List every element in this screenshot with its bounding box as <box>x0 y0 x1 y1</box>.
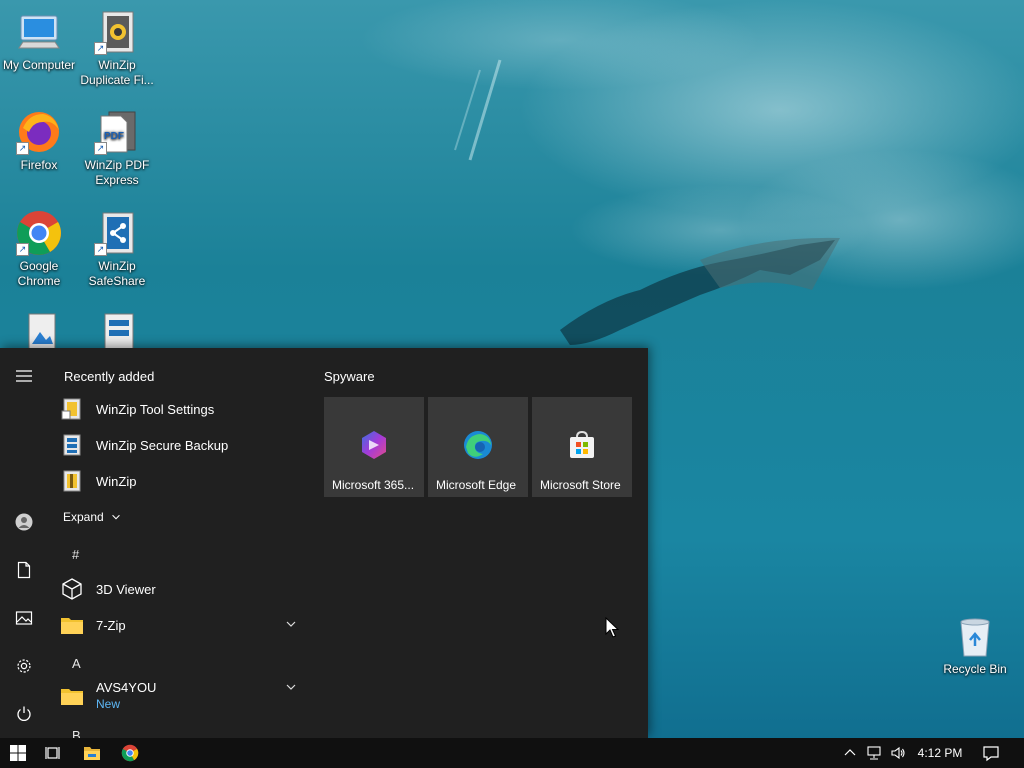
desktop-icon-my-computer[interactable]: My Computer <box>0 8 78 73</box>
list-item-winzip-tool-settings[interactable]: WinZip Tool Settings <box>60 392 304 426</box>
recycle-bin-icon <box>960 618 990 657</box>
hamburger-menu-button[interactable] <box>0 356 48 396</box>
documents-button[interactable] <box>0 550 48 590</box>
file-explorer-button[interactable] <box>73 738 111 768</box>
start-rail <box>0 348 48 738</box>
winzip-tool-icon <box>60 397 84 421</box>
tile-microsoft-365[interactable]: Microsoft 365... <box>324 397 424 497</box>
volume-icon <box>891 746 905 760</box>
account-button[interactable] <box>0 502 48 542</box>
chevron-down-icon <box>111 514 120 520</box>
cube-icon <box>60 577 84 601</box>
tile-group-title[interactable]: Spyware <box>324 369 375 384</box>
winzip-backup-icon <box>60 433 84 457</box>
chevron-down-icon <box>286 684 296 690</box>
list-item-winzip-secure-backup[interactable]: WinZip Secure Backup <box>60 428 304 462</box>
list-item-avs4you[interactable]: AVS4YOU New <box>60 674 304 718</box>
pictures-button[interactable] <box>0 598 48 638</box>
shortcut-arrow-icon: ↗ <box>16 142 29 155</box>
tile-microsoft-edge[interactable]: Microsoft Edge <box>428 397 528 497</box>
chrome-icon <box>121 744 139 762</box>
desktop-icon-firefox[interactable]: ↗ Firefox <box>0 108 78 173</box>
store-icon <box>570 430 594 458</box>
network-button[interactable] <box>862 738 886 768</box>
network-icon <box>867 746 881 760</box>
shortcut-arrow-icon: ↗ <box>94 42 107 55</box>
folder-icon <box>60 613 84 637</box>
task-view-icon <box>45 747 60 759</box>
app-list: Recently added WinZip Tool Settings WinZ… <box>48 348 308 738</box>
list-item-winzip[interactable]: WinZip <box>60 464 304 498</box>
svg-text:PDF: PDF <box>104 131 124 142</box>
new-badge: New <box>96 697 121 711</box>
recently-added-heading: Recently added <box>64 369 155 384</box>
microsoft-365-icon <box>362 431 386 459</box>
show-hidden-icons-button[interactable] <box>838 738 862 768</box>
taskbar-clock[interactable]: 4:12 PM <box>910 738 970 768</box>
settings-button[interactable] <box>0 646 48 686</box>
file-explorer-icon <box>84 747 100 760</box>
volume-button[interactable] <box>886 738 910 768</box>
list-item-3d-viewer[interactable]: 3D Viewer <box>60 572 304 606</box>
section-letter-b[interactable]: B <box>72 728 81 738</box>
power-icon <box>17 706 31 721</box>
document-icon <box>17 561 31 579</box>
gear-icon <box>17 659 31 673</box>
windows-start-icon <box>10 745 26 761</box>
tile-microsoft-store[interactable]: Microsoft Store <box>532 397 632 497</box>
desktop-icon-winzip-duplicate[interactable]: ↗ WinZip Duplicate Fi... <box>78 8 156 88</box>
notification-icon <box>983 746 999 762</box>
shortcut-arrow-icon: ↗ <box>94 142 107 155</box>
chevron-up-icon <box>844 749 856 756</box>
action-center-button[interactable] <box>972 738 1010 768</box>
taskbar: 4:12 PM <box>0 738 1024 768</box>
start-menu: Recently added WinZip Tool Settings WinZ… <box>0 348 648 738</box>
desktop-icon-winzip-safeshare[interactable]: ↗ WinZip SafeShare <box>78 209 156 289</box>
edge-icon <box>464 431 492 459</box>
picture-icon <box>15 611 33 625</box>
shortcut-arrow-icon: ↗ <box>16 243 29 256</box>
shortcut-arrow-icon: ↗ <box>94 243 107 256</box>
chrome-taskbar-button[interactable] <box>111 738 149 768</box>
section-letter-a[interactable]: A <box>72 656 81 671</box>
power-button[interactable] <box>0 694 48 734</box>
task-view-button[interactable] <box>35 738 73 768</box>
computer-icon <box>18 15 60 49</box>
start-button[interactable] <box>0 738 36 768</box>
hamburger-icon <box>16 370 32 382</box>
user-icon <box>15 513 33 531</box>
chevron-down-icon <box>286 621 296 627</box>
desktop-icon-recycle-bin[interactable]: Recycle Bin <box>936 612 1014 677</box>
mouse-cursor-icon <box>605 617 619 638</box>
expand-button[interactable]: Expand <box>63 500 143 534</box>
desktop-icon-google-chrome[interactable]: ↗ Google Chrome <box>0 209 78 289</box>
folder-icon <box>60 684 84 708</box>
winzip-icon <box>60 469 84 493</box>
desktop-icon-winzip-pdf[interactable]: PDF ↗ WinZip PDF Express <box>78 108 156 188</box>
section-letter-hash[interactable]: # <box>72 547 79 562</box>
list-item-7-zip[interactable]: 7-Zip <box>60 608 304 642</box>
